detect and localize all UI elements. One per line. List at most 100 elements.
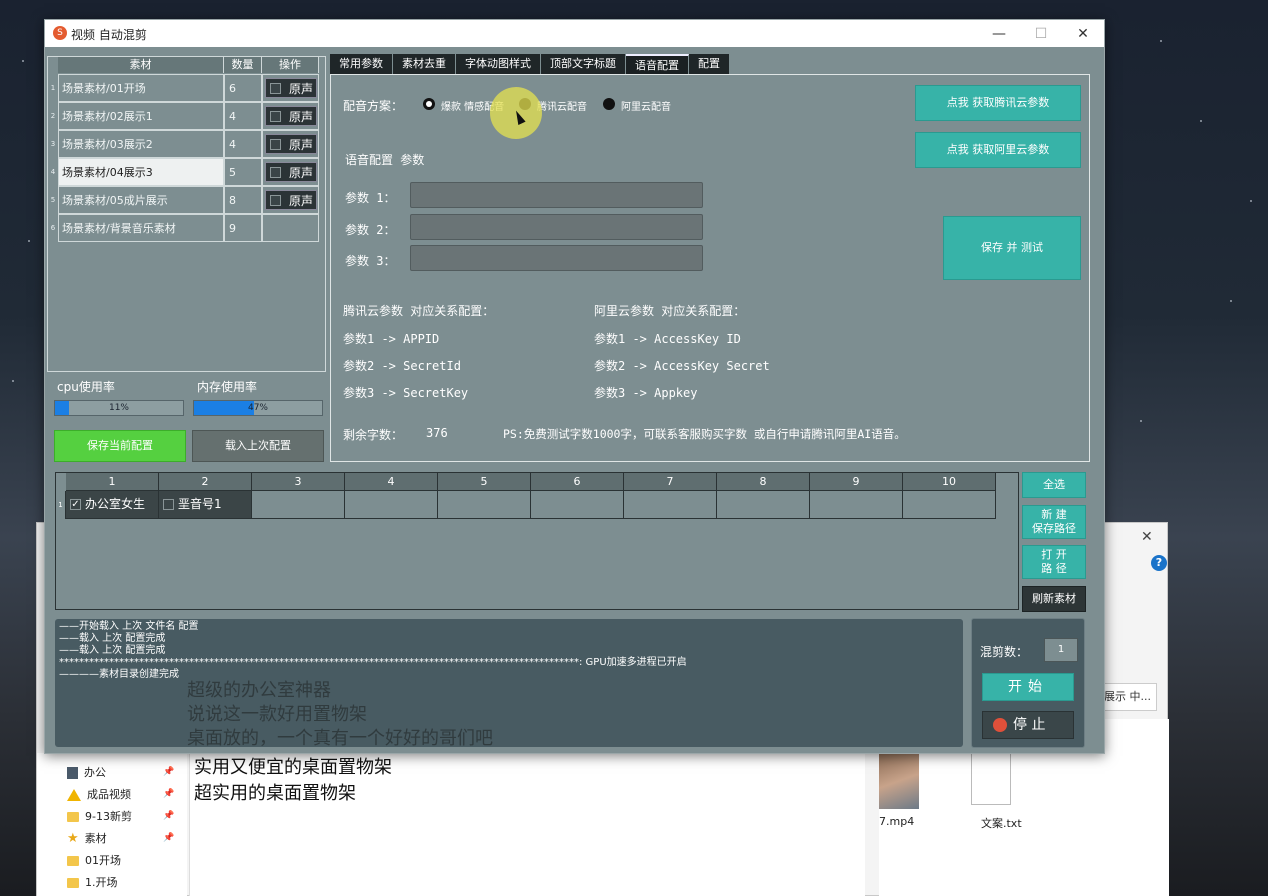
tab-dedupe[interactable]: 素材去重	[393, 54, 456, 74]
voice-cell[interactable]: ✓ 办公室女生	[66, 491, 159, 519]
title-bar: S 视频 自动混剪 — ☐ ✕	[45, 20, 1104, 47]
material-row[interactable]: 6 场景素材/背景音乐素材 9	[48, 214, 325, 242]
empty-cell[interactable]	[531, 491, 624, 519]
grid-column-header: 1	[66, 473, 159, 491]
app-window: S 视频 自动混剪 — ☐ ✕ 素材 数量 操作 1 场景素材/01开场 6 原声 2 场…	[44, 19, 1105, 754]
grid-column-header: 5	[438, 473, 531, 491]
cpu-usage-label: cpu使用率	[57, 380, 115, 394]
explorer-close-icon[interactable]: ✕	[1141, 529, 1153, 545]
row-index: 1	[50, 84, 56, 92]
new-save-path-button[interactable]: 新 建 保存路径	[1022, 505, 1086, 539]
empty-cell[interactable]	[252, 491, 345, 519]
original-audio-label: 原声	[289, 137, 314, 152]
material-count: 6	[224, 74, 262, 102]
material-name[interactable]: 场景素材/05成片展示	[58, 186, 224, 214]
maximize-button[interactable]: ☐	[1021, 23, 1061, 45]
mix-count-input[interactable]: 1	[1044, 638, 1078, 662]
nav-item-materials[interactable]: ★ 素材	[67, 829, 107, 849]
column-header-action: 操作	[262, 57, 319, 73]
nav-item-office[interactable]: 办公	[67, 763, 106, 783]
file-name[interactable]: 文案.txt	[981, 815, 1022, 831]
original-audio-toggle[interactable]: 原声	[265, 78, 317, 98]
get-tencent-params-button[interactable]: 点我 获取腾讯云参数	[915, 85, 1081, 121]
doc-line: 实用又便宜的桌面置物架	[194, 757, 392, 778]
tab-config[interactable]: 配置	[689, 54, 730, 74]
empty-cell[interactable]	[624, 491, 717, 519]
video-thumbnail[interactable]	[879, 753, 919, 809]
param-2-input[interactable]	[410, 214, 703, 240]
empty-cell[interactable]	[903, 491, 996, 519]
material-row[interactable]: 3 场景素材/03展示2 4 原声	[48, 130, 325, 158]
material-row[interactable]: 1 场景素材/01开场 6 原声	[48, 74, 325, 102]
tab-common-params[interactable]: 常用参数	[330, 54, 393, 74]
original-audio-toggle[interactable]: 原声	[265, 134, 317, 154]
minimize-button[interactable]: —	[979, 23, 1019, 45]
tab-font-style[interactable]: 字体动图样式	[456, 54, 541, 74]
checkbox[interactable]	[270, 82, 281, 94]
nav-item-finished-videos[interactable]: 成品视频	[67, 785, 131, 805]
material-row[interactable]: 2 场景素材/02展示1 4 原声	[48, 102, 325, 130]
param-3-input[interactable]	[410, 245, 703, 271]
drive-icon	[67, 767, 78, 779]
voice-scheme-label: 配音方案：	[343, 99, 404, 113]
voice-cell[interactable]: 垩音号1	[159, 491, 252, 519]
material-name[interactable]: 场景素材/03展示2	[58, 130, 224, 158]
param-1-label: 参数 1：	[345, 191, 396, 205]
checked-checkbox-icon[interactable]: ✓	[70, 499, 81, 510]
text-file-icon[interactable]	[971, 749, 1011, 805]
checkbox-icon[interactable]	[163, 499, 174, 510]
material-action-cell: 原声	[262, 186, 319, 214]
save-and-test-button[interactable]: 保存 并 测试	[943, 216, 1081, 280]
empty-cell[interactable]	[717, 491, 810, 519]
empty-cell[interactable]	[345, 491, 438, 519]
checkbox[interactable]	[270, 110, 281, 122]
original-audio-toggle[interactable]: 原声	[265, 162, 317, 182]
material-count: 4	[224, 102, 262, 130]
material-row[interactable]: 5 场景素材/05成片展示 8 原声	[48, 186, 325, 214]
material-name[interactable]: 场景素材/01开场	[58, 74, 224, 102]
material-name[interactable]: 场景素材/02展示1	[58, 102, 224, 130]
help-icon[interactable]: ?	[1151, 555, 1167, 571]
checkbox[interactable]	[270, 166, 281, 178]
checkbox[interactable]	[270, 138, 281, 150]
material-row[interactable]: 4 场景素材/04展示3 5 原声	[48, 158, 325, 186]
ali-map-title: 阿里云参数 对应关系配置：	[594, 304, 746, 318]
empty-cell[interactable]	[810, 491, 903, 519]
nav-item-01-opening[interactable]: 01开场	[67, 851, 121, 871]
explorer-path-fragment[interactable]: 展示 中...	[1099, 683, 1157, 711]
original-audio-toggle[interactable]: 原声	[265, 190, 317, 210]
checkbox[interactable]	[270, 194, 281, 206]
select-all-button[interactable]: 全选	[1022, 472, 1086, 498]
tencent-map-line: 参数3 -> SecretKey	[343, 386, 469, 400]
refresh-materials-button[interactable]: 刷新素材	[1022, 586, 1086, 612]
stop-label: 停 止	[1013, 717, 1046, 733]
open-path-button[interactable]: 打 开 路 径	[1022, 545, 1086, 579]
start-button[interactable]: 开始	[982, 673, 1074, 701]
material-count: 9	[224, 214, 262, 242]
radio-ali-voice[interactable]	[603, 98, 615, 110]
get-ali-params-button[interactable]: 点我 获取阿里云参数	[915, 132, 1081, 168]
save-config-button[interactable]: 保存当前配置	[54, 430, 186, 462]
tab-voice-config[interactable]: 语音配置	[626, 54, 689, 74]
radio-emotion-voice[interactable]	[423, 98, 435, 110]
close-button[interactable]: ✕	[1063, 23, 1103, 45]
param-1-input[interactable]	[410, 182, 703, 208]
material-name[interactable]: 场景素材/04展示3	[58, 158, 224, 186]
voice-config-panel: 配音方案： 爆款 情感配音 腾讯云配音 阿里云配音 语音配置 参数 参数 1： …	[330, 74, 1090, 462]
nav-item-1-opening[interactable]: 1.开场	[67, 873, 118, 893]
original-audio-toggle[interactable]: 原声	[265, 106, 317, 126]
grid-column-header: 4	[345, 473, 438, 491]
material-name[interactable]: 场景素材/背景音乐素材	[58, 214, 224, 242]
file-name[interactable]: 7.mp4	[879, 815, 914, 828]
stop-button[interactable]: 停 止	[982, 711, 1074, 739]
empty-cell[interactable]	[438, 491, 531, 519]
nav-item-9-13[interactable]: 9-13新剪	[67, 807, 132, 827]
row-index: 5	[50, 196, 56, 204]
tencent-map-title: 腾讯云参数 对应关系配置：	[343, 304, 495, 318]
tab-top-title[interactable]: 顶部文字标题	[541, 54, 626, 74]
ali-map-line: 参数1 -> AccessKey ID	[594, 332, 741, 346]
text-document-view[interactable]: 实用又便宜的桌面置物架 超实用的桌面置物架	[189, 745, 865, 896]
load-config-button[interactable]: 载入上次配置	[192, 430, 324, 462]
original-audio-label: 原声	[289, 81, 314, 96]
material-action-cell: 原声	[262, 158, 319, 186]
